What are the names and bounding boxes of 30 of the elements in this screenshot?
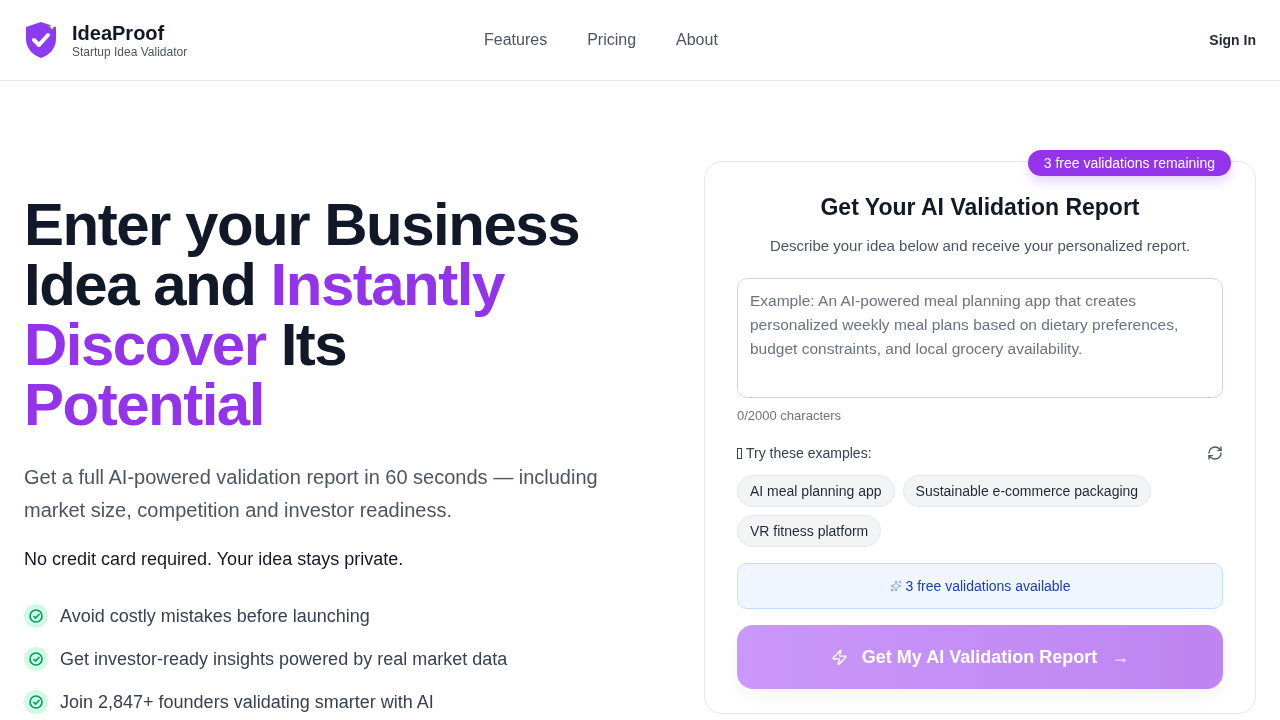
example-chip[interactable]: VR fitness platform bbox=[737, 515, 882, 547]
privacy-note: No credit card required. Your idea stays private. bbox=[24, 549, 405, 570]
check-circle-icon bbox=[24, 604, 48, 628]
benefit-text: Join 2,847+ founders validating smarter with AI bbox=[60, 691, 434, 713]
card-subtitle: Describe your idea below and receive your personalized report. bbox=[768, 237, 1192, 254]
character-count: 0/2000 characters bbox=[737, 408, 843, 423]
lightning-icon bbox=[830, 648, 848, 666]
check-circle-icon bbox=[24, 690, 48, 714]
check-circle-icon bbox=[24, 647, 48, 671]
hero-headline: Enter your Business Idea and Instantly Discover Its Potential bbox=[24, 195, 580, 435]
brand-tagline: Startup Idea Validator bbox=[72, 45, 188, 59]
missing-glyph-icon bbox=[737, 447, 742, 459]
benefit-text: Avoid costly mistakes before launching bbox=[60, 605, 370, 627]
nav-link[interactable]: About bbox=[676, 31, 718, 49]
nav-link[interactable]: Features bbox=[484, 31, 548, 49]
example-chip[interactable]: Sustainable e-commerce packaging bbox=[902, 475, 1152, 507]
remaining-badge: 3 free validations remaining bbox=[1027, 150, 1231, 176]
brand-name: IdeaProof bbox=[72, 21, 166, 45]
examples-label: Try these examples: bbox=[746, 445, 872, 461]
idea-input-field[interactable]: Example: An AI-powered meal planning app that creates personalized weekly meal plans based on dietary preferences, budget constraints, and local grocery availability. bbox=[737, 278, 1223, 398]
refresh-icon[interactable] bbox=[1207, 445, 1223, 461]
shield-check-logo bbox=[24, 21, 58, 59]
card-title: Get Your AI Validation Report bbox=[819, 194, 1141, 221]
hero-subtitle: Get a full AI-powered validation report in 60 seconds — including market size, competition and investor readiness. bbox=[24, 465, 599, 523]
sign-in-link[interactable]: Sign In bbox=[1209, 32, 1256, 48]
sparkles-icon bbox=[889, 580, 902, 592]
nav-link[interactable]: Pricing bbox=[587, 31, 637, 49]
benefit-text: Get investor-ready insights powered by real market data bbox=[60, 648, 508, 670]
info-text: 3 free validations available bbox=[905, 578, 1071, 594]
example-chip[interactable]: AI meal planning app bbox=[737, 475, 895, 507]
